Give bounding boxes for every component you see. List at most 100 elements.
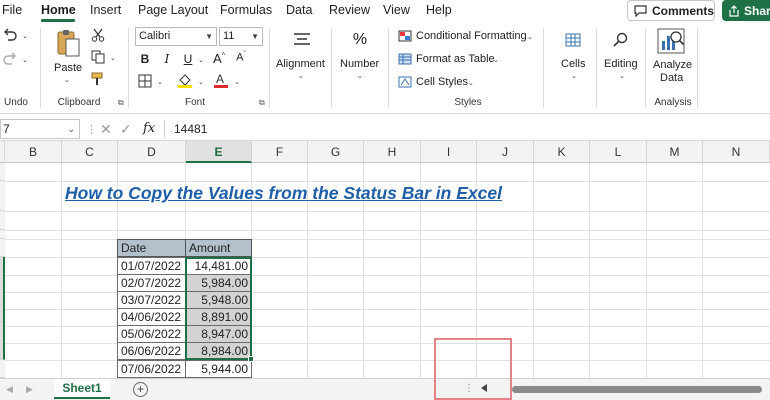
number-dropdown-icon[interactable]: ⌄ bbox=[357, 72, 363, 80]
font-color-dropdown-icon[interactable]: ⌄ bbox=[234, 78, 240, 86]
font-name-select[interactable]: Calibri ▼ bbox=[135, 27, 217, 46]
cells-dropdown-icon[interactable]: ⌄ bbox=[571, 72, 577, 80]
table-cell-amount[interactable]: 8,984.00 bbox=[185, 342, 252, 360]
analyze-data-label-line2[interactable]: Data bbox=[660, 72, 683, 84]
column-header-e[interactable]: E bbox=[186, 141, 252, 163]
alignment-dropdown-icon[interactable]: ⌄ bbox=[298, 72, 304, 80]
table-cell-date[interactable]: 05/06/2022 bbox=[117, 325, 186, 343]
column-header-l[interactable]: L bbox=[590, 141, 647, 163]
paste-dropdown-icon[interactable]: ⌄ bbox=[64, 76, 70, 84]
borders-icon[interactable] bbox=[138, 74, 152, 88]
menu-insert[interactable]: Insert bbox=[90, 3, 121, 17]
formula-input[interactable]: 14481 bbox=[174, 122, 207, 136]
column-header-m[interactable]: M bbox=[647, 141, 703, 163]
column-header-c[interactable]: C bbox=[62, 141, 118, 163]
font-launcher-icon[interactable]: ⧉ bbox=[259, 98, 265, 108]
prev-sheet-icon[interactable]: ◀ bbox=[6, 384, 13, 395]
table-cell-amount[interactable]: 5,944.00 bbox=[185, 360, 252, 378]
redo-icon[interactable] bbox=[2, 51, 18, 67]
menu-review[interactable]: Review bbox=[329, 3, 370, 17]
name-box[interactable]: 7 ⌄ bbox=[0, 119, 80, 139]
increase-font-icon[interactable]: A^ bbox=[212, 51, 226, 66]
fill-handle[interactable] bbox=[248, 356, 254, 362]
table-cell-date[interactable]: 07/06/2022 bbox=[117, 360, 186, 378]
undo-icon[interactable] bbox=[2, 27, 18, 43]
menu-file[interactable]: File bbox=[2, 3, 22, 17]
insert-function-button[interactable]: fx bbox=[143, 121, 155, 136]
column-header-n[interactable]: N bbox=[703, 141, 770, 163]
editing-dropdown-icon[interactable]: ⌄ bbox=[619, 72, 625, 80]
table-cell-amount[interactable]: 8,947.00 bbox=[185, 325, 252, 343]
copy-icon[interactable] bbox=[91, 50, 105, 64]
borders-dropdown-icon[interactable]: ⌄ bbox=[157, 78, 163, 86]
clipboard-launcher-icon[interactable]: ⧉ bbox=[118, 98, 124, 108]
table-cell-amount[interactable]: 5,948.00 bbox=[185, 291, 252, 309]
horizontal-scrollbar[interactable] bbox=[512, 386, 762, 393]
confirm-entry-icon[interactable]: ✓ bbox=[120, 121, 132, 138]
menu-view[interactable]: View bbox=[383, 3, 410, 17]
column-header-g[interactable]: G bbox=[308, 141, 364, 163]
menu-page-layout[interactable]: Page Layout bbox=[138, 3, 208, 17]
sheet-tab-sheet1[interactable]: Sheet1 bbox=[54, 379, 110, 399]
search-icon[interactable] bbox=[612, 31, 630, 49]
redo-dropdown-icon[interactable]: ⌄ bbox=[22, 56, 28, 64]
column-header-f[interactable]: F bbox=[252, 141, 308, 163]
sheet-title[interactable]: How to Copy the Values from the Status B… bbox=[65, 183, 502, 204]
table-header-amount[interactable]: Amount bbox=[185, 239, 252, 257]
conditional-formatting-label[interactable]: Conditional Formatting bbox=[416, 30, 527, 42]
underline-button[interactable]: U bbox=[181, 52, 195, 66]
format-as-table-icon[interactable] bbox=[398, 53, 412, 65]
column-header-i[interactable]: I bbox=[421, 141, 477, 163]
undo-dropdown-icon[interactable]: ⌄ bbox=[22, 32, 28, 40]
analyze-data-icon[interactable] bbox=[656, 27, 686, 55]
tab-split-grip-icon[interactable]: ⋮ bbox=[464, 383, 474, 394]
menu-home[interactable]: Home bbox=[41, 3, 76, 17]
table-cell-date[interactable]: 02/07/2022 bbox=[117, 274, 186, 292]
paste-icon[interactable] bbox=[55, 28, 81, 58]
editing-label[interactable]: Editing bbox=[604, 58, 638, 70]
conditional-formatting-icon[interactable] bbox=[398, 30, 412, 42]
decrease-font-icon[interactable]: Aˇ bbox=[234, 51, 248, 64]
column-header-j[interactable]: J bbox=[477, 141, 534, 163]
percent-icon[interactable]: % bbox=[350, 31, 370, 49]
format-painter-icon[interactable] bbox=[91, 72, 105, 86]
column-header-d[interactable]: D bbox=[118, 141, 186, 163]
chevron-down-icon[interactable]: ⌄ bbox=[527, 33, 533, 41]
menu-formulas[interactable]: Formulas bbox=[220, 3, 272, 17]
table-cell-amount-active[interactable]: 14,481.00 bbox=[185, 257, 252, 275]
analyze-data-label-line1[interactable]: Analyze bbox=[653, 59, 692, 71]
table-cell-amount[interactable]: 5,984.00 bbox=[185, 274, 252, 292]
font-size-select[interactable]: 11 ▼ bbox=[219, 27, 263, 46]
table-header-date[interactable]: Date bbox=[117, 239, 186, 257]
paste-label[interactable]: Paste bbox=[54, 62, 82, 74]
table-cell-date[interactable]: 06/06/2022 bbox=[117, 342, 186, 360]
table-cell-date[interactable]: 03/07/2022 bbox=[117, 291, 186, 309]
menu-help[interactable]: Help bbox=[426, 3, 452, 17]
fill-color-icon[interactable] bbox=[177, 72, 193, 88]
italic-button[interactable]: I bbox=[160, 52, 174, 66]
chevron-down-icon[interactable]: ⌄ bbox=[468, 79, 474, 87]
column-header-b[interactable]: B bbox=[5, 141, 62, 163]
table-cell-amount[interactable]: 8,891.00 bbox=[185, 308, 252, 326]
format-as-table-label[interactable]: Format as Table bbox=[416, 53, 495, 65]
column-header-k[interactable]: K bbox=[534, 141, 590, 163]
chevron-down-icon[interactable]: ⌄ bbox=[493, 56, 499, 64]
cell-styles-label[interactable]: Cell Styles bbox=[416, 76, 468, 88]
add-sheet-icon[interactable]: + bbox=[133, 382, 148, 397]
font-color-icon[interactable]: A bbox=[213, 72, 229, 88]
cell-styles-icon[interactable] bbox=[398, 76, 412, 88]
bold-button[interactable]: B bbox=[138, 52, 152, 66]
share-button[interactable]: Share bbox=[722, 0, 770, 21]
number-label[interactable]: Number bbox=[340, 58, 379, 70]
fill-color-dropdown-icon[interactable]: ⌄ bbox=[198, 78, 204, 86]
cells-icon[interactable] bbox=[564, 31, 582, 49]
alignment-icon[interactable] bbox=[292, 31, 312, 49]
menu-data[interactable]: Data bbox=[286, 3, 312, 17]
cancel-entry-icon[interactable]: ✕ bbox=[100, 121, 112, 138]
column-header-h[interactable]: H bbox=[364, 141, 421, 163]
scroll-left-icon[interactable] bbox=[481, 384, 487, 392]
cells-label[interactable]: Cells bbox=[561, 58, 585, 70]
underline-dropdown-icon[interactable]: ⌄ bbox=[198, 56, 204, 64]
alignment-label[interactable]: Alignment bbox=[276, 58, 325, 70]
table-cell-date[interactable]: 04/06/2022 bbox=[117, 308, 186, 326]
